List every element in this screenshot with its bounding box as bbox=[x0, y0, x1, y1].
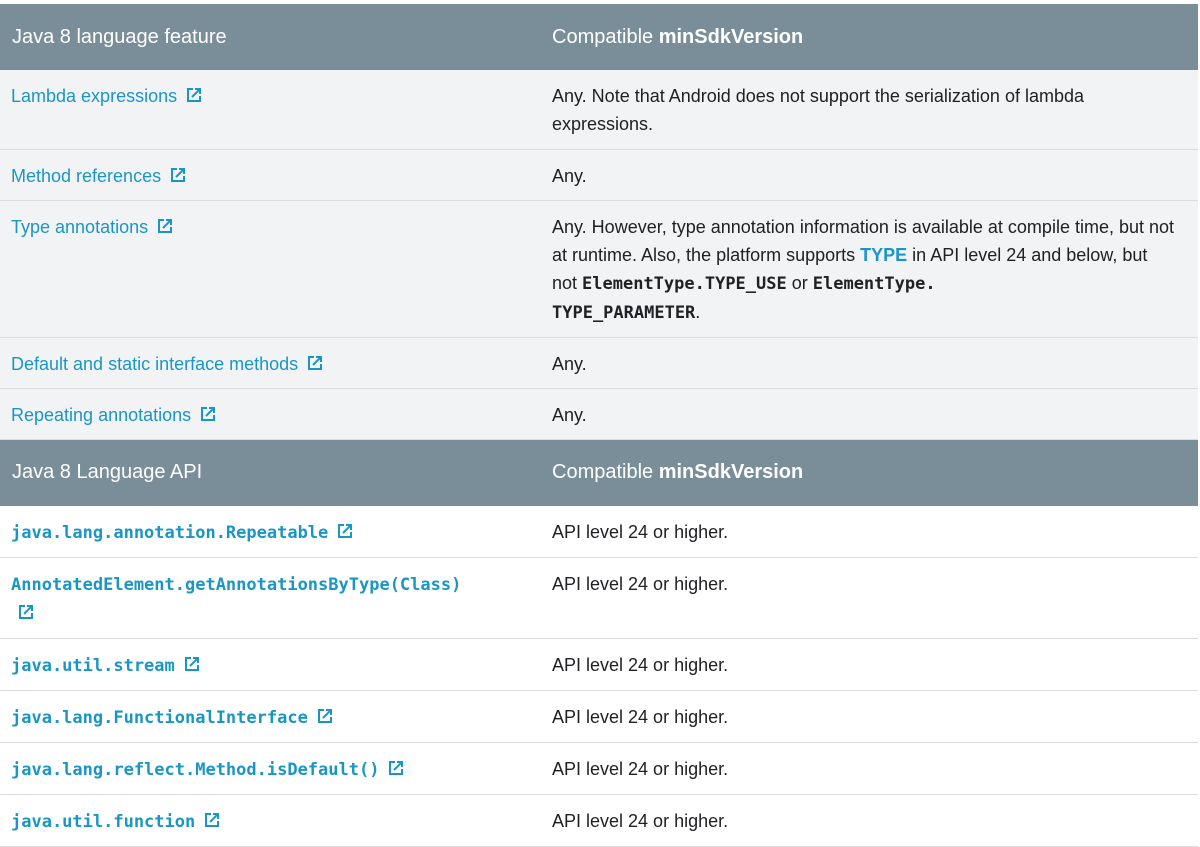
external-link-icon bbox=[316, 707, 334, 725]
compat-cell: Any. bbox=[540, 388, 1198, 440]
type-keyword: TYPE bbox=[860, 244, 908, 265]
feature-link-label: Method references bbox=[11, 165, 162, 186]
api-link-label: java.util.stream bbox=[11, 655, 175, 676]
api-link-label: java.util.function bbox=[11, 811, 196, 832]
api-link-label: java.lang.annotation.Repeatable bbox=[11, 522, 329, 543]
api-cell: java.lang.reflect.Method.isDefault() bbox=[0, 742, 540, 795]
feature-link-label: Type annotations bbox=[11, 216, 149, 237]
table-row: AnnotatedElement.getAnnotationsByType(Cl… bbox=[0, 557, 1198, 639]
external-link-icon bbox=[306, 354, 324, 372]
table-row: java.util.function API level 24 or highe… bbox=[0, 794, 1198, 847]
table-row: Type annotations Any. However, type anno… bbox=[0, 200, 1198, 338]
compat-cell: Any. bbox=[540, 337, 1198, 389]
api-cell: java.util.stream bbox=[0, 638, 540, 691]
api-link-util-function[interactable]: java.util.function bbox=[11, 812, 221, 832]
compat-text: or bbox=[786, 272, 813, 293]
code-element-type-use: ElementType.TYPE_USE bbox=[582, 273, 787, 294]
external-link-icon bbox=[156, 217, 174, 235]
compat-cell: API level 24 or higher. bbox=[540, 638, 1198, 691]
table-row: java.lang.reflect.Method.isDefault() API… bbox=[0, 742, 1198, 795]
table-row: java.lang.FunctionalInterface API level … bbox=[0, 690, 1198, 743]
api-link-label: java.lang.reflect.Method.isDefault() bbox=[11, 759, 380, 780]
compat-cell: Any. However, type annotation informatio… bbox=[540, 200, 1198, 338]
feature-link-label: Repeating annotations bbox=[11, 404, 192, 425]
compat-cell: API level 24 or higher. bbox=[540, 742, 1198, 795]
api-link-label: AnnotatedElement.getAnnotationsByType(Cl… bbox=[11, 574, 462, 595]
compat-text: . bbox=[695, 301, 701, 322]
code-element-type-prefix: ElementType. bbox=[812, 273, 936, 294]
api-cell: java.util.function bbox=[0, 794, 540, 847]
external-link-icon bbox=[336, 522, 354, 540]
api-cell: java.lang.FunctionalInterface bbox=[0, 690, 540, 743]
api-link-label: java.lang.FunctionalInterface bbox=[11, 707, 308, 728]
compat-cell: API level 24 or higher. bbox=[540, 505, 1198, 558]
api-link-repeatable[interactable]: java.lang.annotation.Repeatable bbox=[11, 523, 354, 543]
header-compat-prefix: Compatible bbox=[552, 25, 659, 48]
table-row: Method references Any. bbox=[0, 149, 1198, 201]
compat-cell: Any. bbox=[540, 149, 1198, 201]
compat-cell: Any. Note that Android does not support … bbox=[540, 70, 1198, 150]
feature-link-method-references[interactable]: Method references bbox=[11, 166, 187, 186]
feature-link-label: Lambda expressions bbox=[11, 86, 178, 106]
feature-link-default-static-methods[interactable]: Default and static interface methods bbox=[11, 354, 324, 374]
header-feature: Java 8 language feature bbox=[0, 4, 540, 70]
table-row: java.util.stream API level 24 or higher. bbox=[0, 638, 1198, 691]
feature-link-lambda[interactable]: Lambda expressions bbox=[11, 86, 203, 106]
table-row: Default and static interface methods Any… bbox=[0, 337, 1198, 389]
external-link-icon bbox=[199, 405, 217, 423]
external-link-icon bbox=[185, 86, 203, 104]
header-compat-prefix: Compatible bbox=[552, 461, 659, 483]
page: Java 8 language feature Compatible minSd… bbox=[0, 0, 1200, 847]
api-cell: java.lang.annotation.Repeatable bbox=[0, 505, 540, 558]
header-compat-bold: minSdkVersion bbox=[658, 25, 804, 48]
compat-cell: API level 24 or higher. bbox=[540, 794, 1198, 847]
external-link-icon bbox=[183, 655, 201, 673]
api-link-method-is-default[interactable]: java.lang.reflect.Method.isDefault() bbox=[11, 760, 405, 780]
feature-link-type-annotations[interactable]: Type annotations bbox=[11, 217, 174, 237]
header-compat: Compatible minSdkVersion bbox=[540, 439, 1198, 506]
external-link-icon bbox=[203, 811, 221, 829]
feature-cell: Method references bbox=[0, 149, 540, 201]
code-type-parameter: TYPE_PARAMETER bbox=[552, 302, 696, 323]
feature-cell: Default and static interface methods bbox=[0, 337, 540, 389]
table-row: java.lang.annotation.Repeatable API leve… bbox=[0, 505, 1198, 558]
header-compat-bold: minSdkVersion bbox=[658, 461, 804, 483]
java8-compat-table: Java 8 language feature Compatible minSd… bbox=[0, 4, 1198, 847]
feature-link-label: Default and static interface methods bbox=[11, 353, 299, 374]
table-header-language-features: Java 8 language feature Compatible minSd… bbox=[0, 4, 1198, 70]
external-link-icon bbox=[387, 759, 405, 777]
feature-cell: Repeating annotations bbox=[0, 388, 540, 440]
table-row: Repeating annotations Any. bbox=[0, 388, 1198, 440]
feature-cell: Type annotations bbox=[0, 200, 540, 338]
header-api: Java 8 Language API bbox=[0, 439, 540, 506]
external-link-icon bbox=[169, 166, 187, 184]
api-link-util-stream[interactable]: java.util.stream bbox=[11, 656, 201, 676]
api-cell: AnnotatedElement.getAnnotationsByType(Cl… bbox=[0, 557, 540, 639]
compat-cell: API level 24 or higher. bbox=[540, 690, 1198, 743]
feature-cell: Lambda expressions bbox=[0, 70, 540, 150]
compat-cell: API level 24 or higher. bbox=[540, 557, 1198, 639]
external-link-icon bbox=[17, 603, 35, 621]
feature-link-repeating-annotations[interactable]: Repeating annotations bbox=[11, 405, 217, 425]
api-link-get-annotations-by-type[interactable]: AnnotatedElement.getAnnotationsByType(Cl… bbox=[11, 575, 461, 624]
table-header-language-api: Java 8 Language API Compatible minSdkVer… bbox=[0, 439, 1198, 506]
api-link-functional-interface[interactable]: java.lang.FunctionalInterface bbox=[11, 708, 334, 728]
table-row: Lambda expressions Any. Note that Androi… bbox=[0, 70, 1198, 150]
header-compat: Compatible minSdkVersion bbox=[540, 4, 1198, 70]
